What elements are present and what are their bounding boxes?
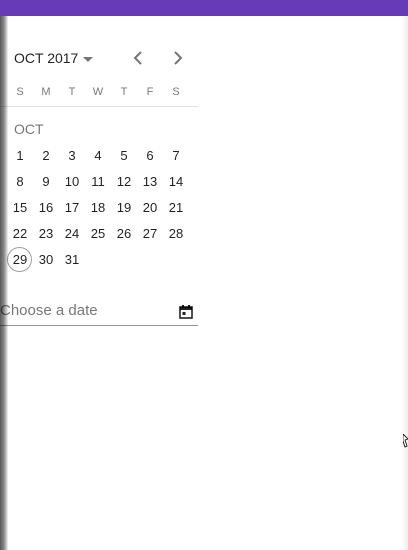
calendar-header: OCT 2017 bbox=[14, 46, 198, 70]
day-cell[interactable]: 15 bbox=[7, 194, 33, 220]
period-button[interactable]: OCT 2017 bbox=[14, 46, 94, 70]
day-cell[interactable]: 24 bbox=[59, 220, 85, 246]
field-underline bbox=[0, 325, 198, 326]
top-app-bar bbox=[0, 0, 408, 16]
chevron-right-icon bbox=[174, 51, 183, 65]
mouse-cursor-icon bbox=[403, 434, 408, 448]
weekday-label: T bbox=[120, 86, 128, 98]
day-cell[interactable]: 9 bbox=[33, 168, 59, 194]
month-label: OCT bbox=[14, 121, 44, 137]
weekday-label: M bbox=[41, 86, 51, 98]
day-cell[interactable]: 8 bbox=[7, 168, 33, 194]
previous-month-button[interactable] bbox=[126, 46, 150, 70]
weekday-header: S M T W T F S bbox=[7, 86, 189, 98]
day-cell[interactable]: 13 bbox=[137, 168, 163, 194]
day-cell[interactable]: 5 bbox=[111, 142, 137, 168]
calendar-today-icon bbox=[179, 305, 193, 319]
day-cell[interactable]: 26 bbox=[111, 220, 137, 246]
day-cell[interactable]: 31 bbox=[59, 246, 85, 272]
day-cell[interactable]: 6 bbox=[137, 142, 163, 168]
day-cell[interactable]: 17 bbox=[59, 194, 85, 220]
date-input[interactable] bbox=[0, 298, 170, 322]
day-cell[interactable]: 4 bbox=[85, 142, 111, 168]
day-cell[interactable]: 25 bbox=[85, 220, 111, 246]
weekday-label: S bbox=[172, 86, 180, 98]
day-cell[interactable]: 16 bbox=[33, 194, 59, 220]
day-cell[interactable]: 3 bbox=[59, 142, 85, 168]
day-cell[interactable]: 12 bbox=[111, 168, 137, 194]
chevron-left-icon bbox=[133, 51, 142, 65]
weekday-label: T bbox=[68, 86, 76, 98]
arrow-drop-down-icon bbox=[83, 56, 94, 62]
day-cell[interactable]: 27 bbox=[137, 220, 163, 246]
day-cell[interactable]: 11 bbox=[85, 168, 111, 194]
day-cell[interactable]: 22 bbox=[7, 220, 33, 246]
weekday-divider bbox=[0, 106, 198, 107]
day-cell[interactable]: 10 bbox=[59, 168, 85, 194]
next-month-button[interactable] bbox=[166, 46, 190, 70]
day-cell[interactable]: 18 bbox=[85, 194, 111, 220]
weekday-label: S bbox=[16, 86, 24, 98]
day-cell[interactable]: 14 bbox=[163, 168, 189, 194]
day-cell[interactable]: 7 bbox=[163, 142, 189, 168]
day-cell[interactable]: 2 bbox=[33, 142, 59, 168]
date-field bbox=[0, 296, 198, 326]
weekday-label: W bbox=[92, 86, 104, 98]
datepicker-toggle-button[interactable] bbox=[178, 304, 194, 320]
day-cell[interactable]: 19 bbox=[111, 194, 137, 220]
period-label: OCT 2017 bbox=[14, 50, 79, 66]
day-cell[interactable]: 20 bbox=[137, 194, 163, 220]
day-grid: 1 2 3 4 5 6 7 8 9 10 11 12 13 14 15 16 17 18 19 20 21 22 23 24 2… bbox=[7, 142, 189, 272]
day-cell[interactable]: 23 bbox=[33, 220, 59, 246]
weekday-label: F bbox=[146, 86, 154, 98]
day-cell[interactable]: 28 bbox=[163, 220, 189, 246]
right-edge-shadow bbox=[402, 16, 408, 550]
day-cell-today[interactable]: 29 bbox=[7, 246, 33, 272]
day-cell[interactable]: 21 bbox=[163, 194, 189, 220]
day-cell[interactable]: 1 bbox=[7, 142, 33, 168]
day-cell[interactable]: 30 bbox=[33, 246, 59, 272]
